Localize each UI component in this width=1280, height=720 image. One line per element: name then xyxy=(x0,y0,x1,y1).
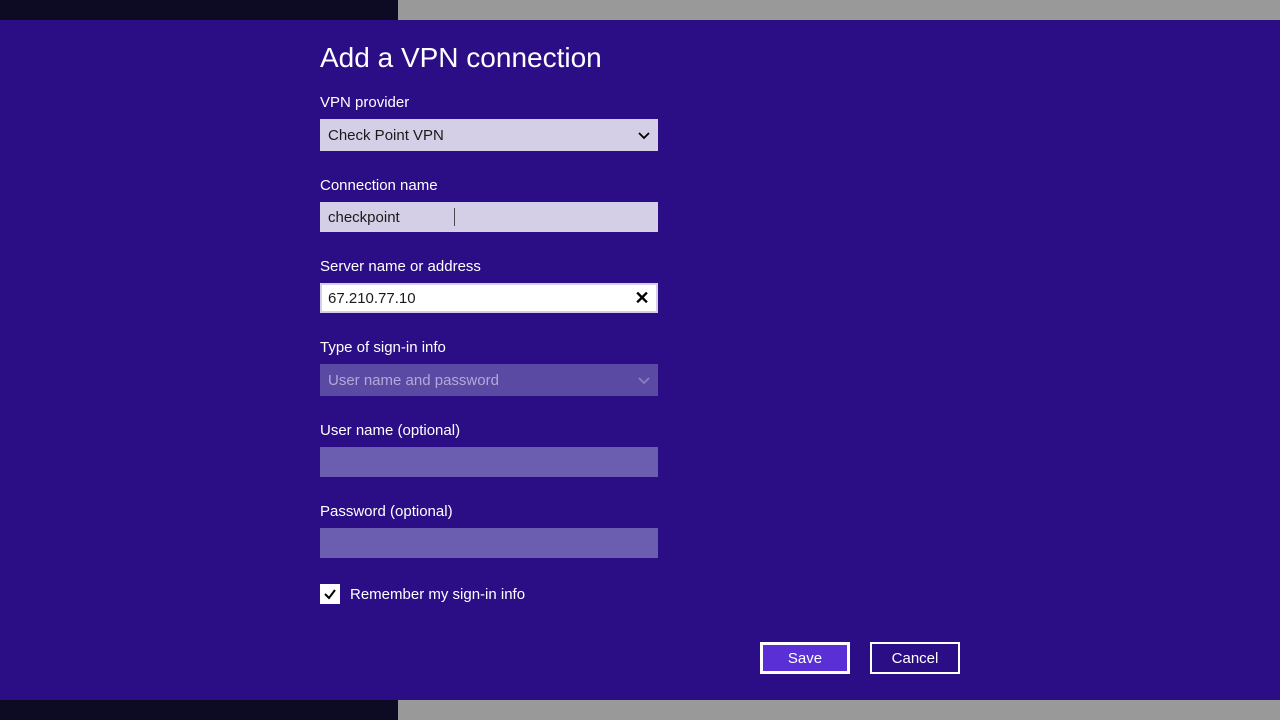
remember-label: Remember my sign-in info xyxy=(350,586,525,603)
checkmark-icon xyxy=(323,587,337,601)
bottom-right-strip xyxy=(398,700,1280,720)
signin-type-select: User name and password xyxy=(320,364,658,396)
titlebar-right-strip xyxy=(398,0,1280,20)
clear-input-icon[interactable]: ✕ xyxy=(632,288,652,308)
signin-type-label: Type of sign-in info xyxy=(320,339,960,356)
connection-name-label: Connection name xyxy=(320,177,960,194)
vpn-provider-label: VPN provider xyxy=(320,94,960,111)
signin-type-group: Type of sign-in info User name and passw… xyxy=(320,339,960,396)
vpn-dialog-panel: Add a VPN connection VPN provider Check … xyxy=(0,20,1280,700)
vpn-provider-group: VPN provider Check Point VPN xyxy=(320,94,960,151)
vpn-provider-select[interactable]: Check Point VPN xyxy=(320,119,658,151)
password-label: Password (optional) xyxy=(320,503,960,520)
dialog-buttons: Save Cancel xyxy=(760,642,960,674)
bottom-left-strip xyxy=(0,700,398,720)
username-label: User name (optional) xyxy=(320,422,960,439)
vpn-provider-value: Check Point VPN xyxy=(328,127,444,144)
connection-name-group: Connection name xyxy=(320,177,960,232)
password-group: Password (optional) xyxy=(320,503,960,558)
password-input[interactable] xyxy=(320,528,658,558)
server-group: Server name or address ✕ xyxy=(320,258,960,313)
chevron-down-icon xyxy=(638,127,650,143)
server-input[interactable] xyxy=(320,283,658,313)
remember-row: Remember my sign-in info xyxy=(320,584,960,604)
page-title: Add a VPN connection xyxy=(320,42,960,74)
remember-checkbox[interactable] xyxy=(320,584,340,604)
connection-name-input[interactable] xyxy=(320,202,658,232)
signin-type-value: User name and password xyxy=(328,372,499,389)
text-caret xyxy=(454,208,455,226)
username-input[interactable] xyxy=(320,447,658,477)
chevron-down-icon xyxy=(638,372,650,388)
username-group: User name (optional) xyxy=(320,422,960,477)
cancel-button[interactable]: Cancel xyxy=(870,642,960,674)
server-label: Server name or address xyxy=(320,258,960,275)
titlebar-left-strip xyxy=(0,0,398,20)
form-content: Add a VPN connection VPN provider Check … xyxy=(320,42,960,604)
save-button[interactable]: Save xyxy=(760,642,850,674)
